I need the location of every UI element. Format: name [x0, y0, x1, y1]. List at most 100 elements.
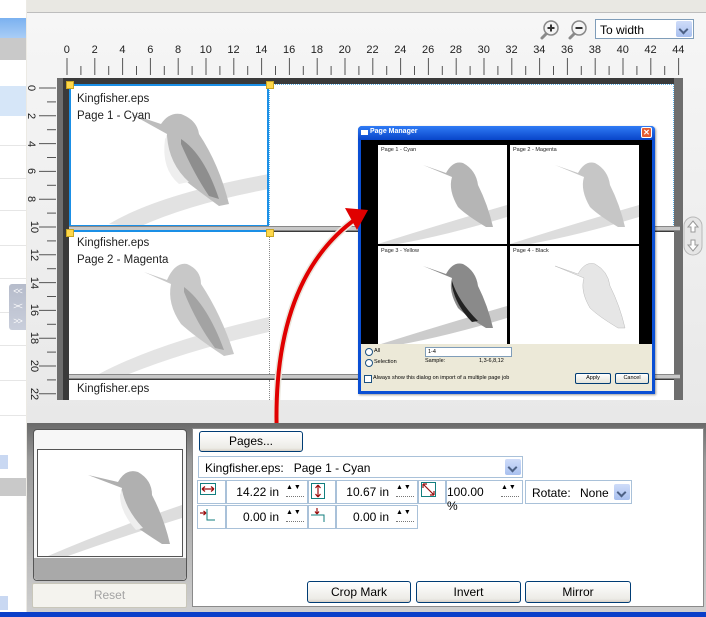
zoom-out-button[interactable]: [566, 19, 588, 41]
page-file-name: Kingfisher.eps: [77, 383, 150, 395]
thumbnail-label: Page 1 - Cyan: [381, 147, 417, 153]
resize-handle[interactable]: [66, 229, 74, 237]
width-value: 14.22 in: [236, 485, 279, 499]
left-panel-scroll-marker-2[interactable]: [0, 596, 8, 610]
dialog-options: All Selection 1-4 Sample: 1,3-6,8,12 Alw…: [361, 344, 652, 391]
ruler-label: 10: [28, 220, 41, 234]
center-split-button[interactable]: ><: [9, 299, 26, 314]
zoom-in-icon: [540, 20, 559, 40]
close-button[interactable]: ✕: [641, 127, 652, 138]
height-icon: [311, 483, 325, 499]
offset-x-spinner[interactable]: ▲▼: [286, 509, 304, 522]
offset-y-value: 0.00 in: [352, 510, 389, 524]
offset-y-input[interactable]: 0.00 in ▲▼: [336, 505, 418, 529]
left-panel-band-2: [0, 478, 26, 496]
left-panel-band: [0, 38, 26, 60]
thumbnail[interactable]: Page 1 - Cyan: [378, 145, 507, 244]
selection-frame[interactable]: [69, 84, 269, 227]
reset-button[interactable]: Reset: [32, 583, 187, 608]
preview-image: [37, 449, 183, 557]
mirror-button[interactable]: Mirror: [525, 581, 631, 603]
sample-value: 1,3-6,8,12: [479, 358, 504, 364]
ruler-label: 14: [255, 44, 268, 56]
ruler-label: 8: [175, 44, 182, 56]
ruler-label: 28: [449, 44, 463, 56]
rotate-value: None: [580, 486, 609, 500]
scale-input[interactable]: 100.00 % ▲▼: [446, 480, 523, 513]
always-show-label: Always show this dialog on import of a m…: [373, 375, 510, 381]
width-spinner[interactable]: ▲▼: [286, 484, 304, 497]
width-icon: [200, 483, 216, 495]
ruler-label: 4: [119, 44, 126, 56]
ruler-label: 26: [422, 44, 435, 56]
thumbnail-label: Page 4 - Black: [513, 248, 549, 254]
offset-x-icon-cell: [197, 505, 226, 529]
dialog-title: Page Manager: [370, 128, 418, 135]
invert-button[interactable]: Invert: [416, 581, 521, 603]
chevron-down-icon[interactable]: [676, 21, 692, 37]
height-input[interactable]: 10.67 in ▲▼: [336, 480, 418, 504]
collapse-left-button[interactable]: <<: [9, 284, 26, 299]
preview-panel: [33, 429, 187, 581]
cancel-button[interactable]: Cancel: [615, 373, 649, 384]
page-label: Page 2 - Magenta: [77, 254, 169, 266]
page-scroll-buttons[interactable]: [683, 216, 703, 256]
scale-spinner[interactable]: ▲▼: [501, 484, 519, 497]
left-panel-selected-item[interactable]: [0, 86, 26, 116]
image-properties-panel: Pages... Kingfisher.eps: Page 1 - Cyan 1…: [192, 428, 704, 607]
thumbnail-label: Page 2 - Magenta: [513, 147, 557, 153]
kingfisher-preview: [48, 471, 182, 556]
horizontal-ruler: 0 2 4 6 8 10 12 14 16 18 20 22 24 26 28 30 32 34 36 38 40 42 4…: [57, 42, 685, 76]
chevron-down-icon[interactable]: [505, 459, 521, 475]
width-icon-cell: [197, 480, 226, 504]
ruler-label: 44: [672, 44, 685, 56]
crop-mark-button[interactable]: Crop Mark: [307, 581, 411, 603]
chevron-down-icon[interactable]: [614, 484, 630, 500]
expand-right-button[interactable]: >>: [9, 314, 26, 329]
ruler-label: 16: [283, 44, 296, 56]
preview-footer: [34, 558, 186, 580]
page-file-name: Kingfisher.eps: [77, 237, 150, 249]
page-range-input[interactable]: 1-4: [425, 347, 512, 357]
vertical-ruler: 0 2 4 6 8 10 12 14 16 18 20 22: [25, 78, 56, 400]
left-panel-scroll-marker[interactable]: [0, 455, 8, 469]
resize-handle[interactable]: [266, 81, 274, 89]
height-spinner[interactable]: ▲▼: [396, 484, 414, 497]
pages-button[interactable]: Pages...: [199, 431, 303, 452]
offset-x-input[interactable]: 0.00 in ▲▼: [226, 505, 308, 529]
kingfisher-thumbnail: [554, 263, 626, 329]
dialog-title-bar[interactable]: Page Manager ✕: [358, 126, 655, 140]
ruler-label: 20: [338, 44, 351, 56]
thumbnail[interactable]: Page 2 - Magenta: [510, 145, 639, 244]
width-input[interactable]: 14.22 in ▲▼: [226, 480, 308, 504]
thumbnail[interactable]: Page 4 - Black: [510, 246, 639, 345]
ruler-label: 32: [505, 44, 518, 56]
ruler-label: 0: [63, 44, 70, 56]
page-select[interactable]: Kingfisher.eps: Page 1 - Cyan: [198, 456, 523, 478]
offset-y-spinner[interactable]: ▲▼: [396, 509, 414, 522]
zoom-mode-select[interactable]: To width: [595, 19, 694, 39]
offset-x-icon: [200, 509, 215, 521]
page-manager-dialog[interactable]: Page Manager ✕ Page 1 - Cyan Page 2 - Ma…: [358, 126, 655, 394]
resize-handle[interactable]: [66, 81, 74, 89]
ruler-label: 12: [28, 248, 41, 261]
rotate-label: Rotate:: [532, 486, 571, 500]
left-panel-header: [0, 18, 26, 38]
rotate-select[interactable]: Rotate: None: [525, 480, 632, 504]
panel-collapse-toggles[interactable]: << >< >>: [9, 284, 26, 330]
ruler-label: 2: [25, 112, 38, 119]
offset-x-value: 0.00 in: [242, 510, 279, 524]
thumbnail[interactable]: Page 3 - Yellow: [378, 246, 507, 345]
apply-button[interactable]: Apply: [575, 373, 611, 384]
zoom-in-button[interactable]: [538, 19, 560, 41]
ruler-label: 6: [25, 168, 38, 175]
ruler-label: 10: [199, 44, 212, 56]
ruler-label: 12: [227, 44, 240, 56]
ruler-label: 22: [366, 44, 379, 56]
scale-value: 100.00 %: [447, 485, 484, 513]
kingfisher-thumbnail: [510, 162, 639, 244]
ruler-label: 6: [147, 44, 154, 56]
ruler-label: 8: [25, 196, 38, 203]
radio-selection-label: Selection: [374, 359, 397, 365]
thumbnail-grid: Page 1 - Cyan Page 2 - Magenta Page 3 - …: [361, 140, 652, 345]
